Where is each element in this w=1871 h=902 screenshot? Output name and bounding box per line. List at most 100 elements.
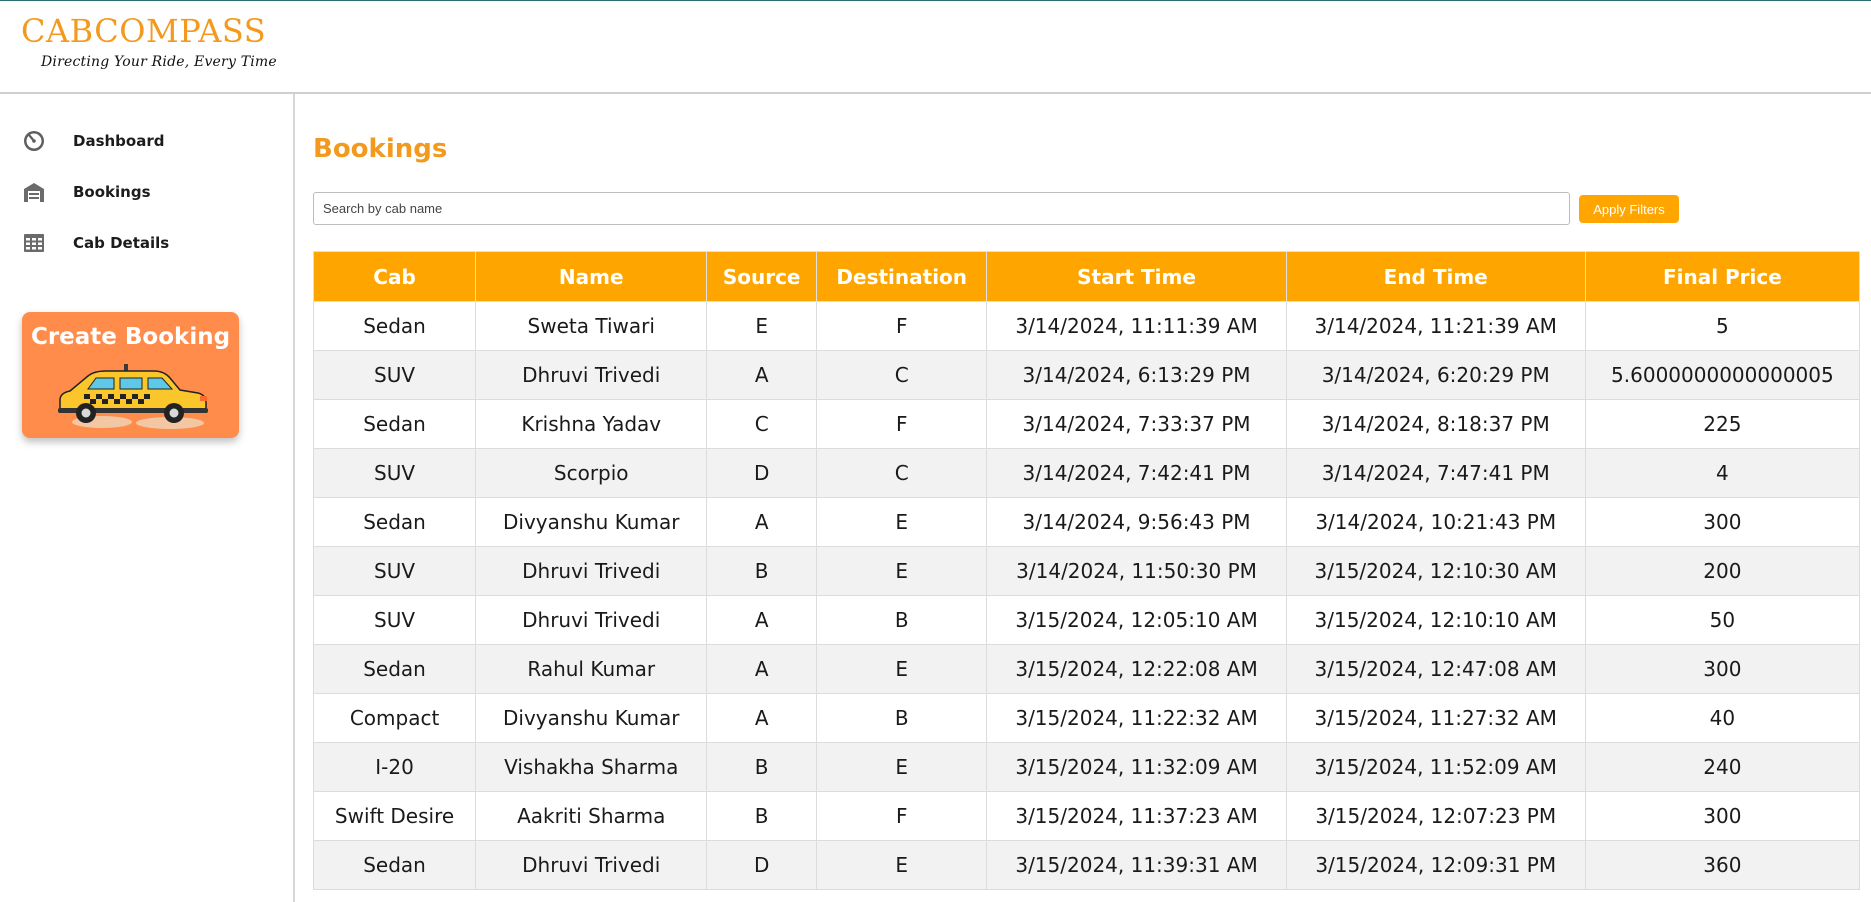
- table-header-row: Cab Name Source Destination Start Time End Ti…: [312, 251, 1861, 302]
- sidebar: Dashboard Bookings Cab Details Create Bo…: [0, 94, 295, 902]
- table-cell: C: [815, 448, 988, 498]
- table-cell: SUV: [312, 546, 477, 596]
- table-cell: F: [815, 399, 988, 449]
- table-cell: 3/15/2024, 12:10:30 AM: [1285, 546, 1586, 596]
- table-cell: 5.6000000000000005: [1584, 350, 1861, 400]
- sidebar-item-label: Bookings: [73, 183, 151, 201]
- column-header: Destination: [815, 251, 988, 302]
- table-cell: A: [706, 350, 817, 400]
- table-cell: E: [815, 742, 988, 792]
- table-cell: Dhruvi Trivedi: [475, 840, 708, 890]
- table-row[interactable]: I-20 Vishakha Sharma B E 3/15/2024, 11:32:09…: [312, 742, 1861, 792]
- table-cell: 300: [1584, 791, 1861, 841]
- table-cell: 360: [1584, 840, 1861, 890]
- table-cell: Dhruvi Trivedi: [475, 546, 708, 596]
- apply-filters-button[interactable]: Apply Filters: [1579, 195, 1679, 223]
- table-row[interactable]: SUV Dhruvi Trivedi A B 3/15/2024, 12:05:10 A…: [312, 595, 1861, 645]
- table-row[interactable]: SUV Dhruvi Trivedi A C 3/14/2024, 6:13:29 PM…: [312, 350, 1861, 400]
- table-row[interactable]: Swift Desire Aakriti Sharma B F 3/15/2024, 1…: [312, 791, 1861, 841]
- table-row[interactable]: SUV Dhruvi Trivedi B E 3/14/2024, 11:50:30 P…: [312, 546, 1861, 596]
- table-cell: 3/15/2024, 11:52:09 AM: [1285, 742, 1586, 792]
- table-grid-icon: [21, 230, 47, 256]
- table-cell: 3/14/2024, 7:42:41 PM: [986, 448, 1287, 498]
- sidebar-item-cab-details[interactable]: Cab Details: [21, 225, 271, 261]
- table-cell: 3/15/2024, 12:47:08 AM: [1285, 644, 1586, 694]
- table-cell: Sedan: [312, 497, 477, 547]
- table-cell: Krishna Yadav: [475, 399, 708, 449]
- table-cell: 40: [1584, 693, 1861, 743]
- table-cell: 3/15/2024, 12:05:10 AM: [986, 595, 1287, 645]
- table-cell: 5: [1584, 301, 1861, 351]
- table-cell: E: [815, 546, 988, 596]
- column-header: Source: [706, 251, 817, 302]
- table-cell: 300: [1584, 644, 1861, 694]
- table-cell: E: [815, 497, 988, 547]
- create-booking-label: Create Booking: [30, 324, 231, 350]
- table-cell: 3/14/2024, 11:21:39 AM: [1285, 301, 1586, 351]
- table-row[interactable]: Sedan Sweta Tiwari E F 3/14/2024, 11:11:39 A…: [312, 301, 1861, 351]
- table-cell: Sedan: [312, 301, 477, 351]
- taxi-icon: [50, 356, 212, 432]
- column-header: End Time: [1285, 251, 1586, 302]
- table-row[interactable]: Sedan Divyanshu Kumar A E 3/14/2024, 9:56:43…: [312, 497, 1861, 547]
- sidebar-item-label: Cab Details: [73, 234, 170, 252]
- table-cell: 3/14/2024, 10:21:43 PM: [1285, 497, 1586, 547]
- table-cell: D: [706, 448, 817, 498]
- table-cell: C: [706, 399, 817, 449]
- table-cell: B: [815, 693, 988, 743]
- sidebar-item-label: Dashboard: [73, 132, 165, 150]
- table-cell: Sweta Tiwari: [475, 301, 708, 351]
- table-cell: B: [706, 742, 817, 792]
- table-cell: B: [706, 791, 817, 841]
- table-row[interactable]: Sedan Krishna Yadav C F 3/14/2024, 7:33:37 P…: [312, 399, 1861, 449]
- table-cell: 4: [1584, 448, 1861, 498]
- table-row[interactable]: Sedan Dhruvi Trivedi D E 3/15/2024, 11:39:31…: [312, 840, 1861, 890]
- table-body: Sedan Sweta Tiwari E F 3/14/2024, 11:11:39 A…: [312, 301, 1861, 890]
- column-header: Final Price: [1584, 251, 1861, 302]
- table-cell: 3/14/2024, 6:13:29 PM: [986, 350, 1287, 400]
- create-booking-button[interactable]: Create Booking: [22, 312, 239, 438]
- table-row[interactable]: Compact Divyanshu Kumar A B 3/15/2024, 11:22…: [312, 693, 1861, 743]
- table-cell: 3/15/2024, 12:22:08 AM: [986, 644, 1287, 694]
- table-cell: Swift Desire: [312, 791, 477, 841]
- table-cell: SUV: [312, 595, 477, 645]
- gauge-icon: [21, 128, 47, 154]
- column-header: Start Time: [986, 251, 1287, 302]
- table-cell: Sedan: [312, 399, 477, 449]
- table-cell: E: [815, 644, 988, 694]
- table-cell: SUV: [312, 448, 477, 498]
- sidebar-item-bookings[interactable]: Bookings: [21, 174, 271, 210]
- brand-logo[interactable]: CABCOMPASS Directing Your Ride, Every Ti…: [21, 13, 277, 70]
- table-cell: 225: [1584, 399, 1861, 449]
- table-cell: Sedan: [312, 644, 477, 694]
- table-row[interactable]: SUV Scorpio D C 3/14/2024, 7:42:41 PM 3/14/20…: [312, 448, 1861, 498]
- table-cell: D: [706, 840, 817, 890]
- table-cell: 200: [1584, 546, 1861, 596]
- table-cell: 3/14/2024, 8:18:37 PM: [1285, 399, 1586, 449]
- table-cell: F: [815, 301, 988, 351]
- search-input[interactable]: [313, 192, 1570, 225]
- table-row[interactable]: Sedan Rahul Kumar A E 3/15/2024, 12:22:08 AM…: [312, 644, 1861, 694]
- garage-icon: [21, 179, 47, 205]
- table-cell: A: [706, 693, 817, 743]
- table-cell: 3/15/2024, 11:32:09 AM: [986, 742, 1287, 792]
- table-cell: 3/14/2024, 11:11:39 AM: [986, 301, 1287, 351]
- table-cell: Scorpio: [475, 448, 708, 498]
- table-cell: 300: [1584, 497, 1861, 547]
- table-cell: SUV: [312, 350, 477, 400]
- sidebar-item-dashboard[interactable]: Dashboard: [21, 123, 271, 159]
- table-cell: B: [706, 546, 817, 596]
- table-cell: A: [706, 644, 817, 694]
- table-cell: 3/15/2024, 11:39:31 AM: [986, 840, 1287, 890]
- table-cell: F: [815, 791, 988, 841]
- table-cell: E: [815, 840, 988, 890]
- table-cell: Divyanshu Kumar: [475, 693, 708, 743]
- table-cell: 50: [1584, 595, 1861, 645]
- table-cell: Divyanshu Kumar: [475, 497, 708, 547]
- table-cell: 3/14/2024, 6:20:29 PM: [1285, 350, 1586, 400]
- table-cell: 3/15/2024, 12:10:10 AM: [1285, 595, 1586, 645]
- table-cell: Dhruvi Trivedi: [475, 350, 708, 400]
- table-cell: Rahul Kumar: [475, 644, 708, 694]
- table-cell: A: [706, 497, 817, 547]
- app-header: CABCOMPASS Directing Your Ride, Every Ti…: [0, 1, 1871, 94]
